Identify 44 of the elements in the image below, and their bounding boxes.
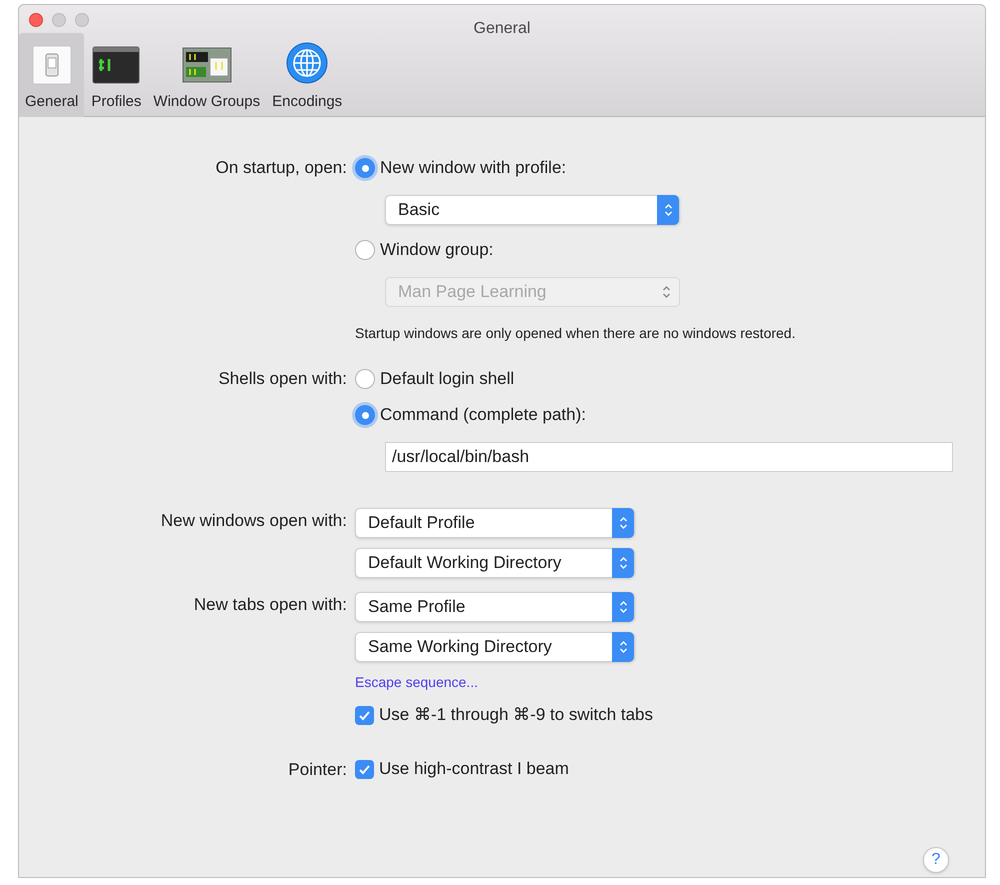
switch-icon (32, 44, 72, 84)
checkmark-icon (358, 762, 371, 776)
chevron-icon (618, 516, 628, 530)
popup-button[interactable]: Default Working Directory (355, 548, 635, 578)
popup-button[interactable]: Same Working Directory (355, 632, 635, 662)
radio-button[interactable] (355, 158, 375, 178)
setting-label: New tabs open with: (192, 594, 347, 616)
toolbar-tab[interactable]: Window Groups (148, 33, 266, 117)
escape-sequence-link[interactable]: Escape sequence... (355, 672, 478, 693)
close-button[interactable] (29, 13, 43, 27)
toolbar-tab[interactable]: Profiles (86, 33, 146, 117)
popup-button[interactable]: Basic (385, 195, 680, 225)
input-field[interactable]: /usr/local/bin/bash (385, 442, 953, 472)
radio-label[interactable]: Window group: (380, 237, 494, 263)
note-text: Startup windows are only opened when there are no windows restored. (355, 324, 796, 343)
toolbar-tab[interactable]: General (19, 33, 84, 117)
radio-label[interactable]: Command (complete path): (380, 402, 586, 428)
setting-label: New windows open with: (160, 510, 347, 532)
popup-button[interactable]: Default Profile (355, 508, 635, 538)
chevron-icon (618, 600, 628, 614)
checkbox-label[interactable]: Use high-contrast I beam (379, 756, 569, 782)
help-button[interactable]: ? (923, 847, 949, 873)
setting-label: Shells open with: (217, 368, 347, 390)
radio-label[interactable]: New window with profile: (380, 155, 566, 181)
terminal-windows-icon (182, 44, 232, 84)
terminal-icon (92, 44, 140, 84)
window-title: General (474, 19, 530, 39)
radio-label[interactable]: Default login shell (380, 366, 514, 392)
chevron-icon (664, 203, 672, 217)
radio-button[interactable] (355, 369, 375, 389)
checkbox[interactable] (355, 706, 374, 724)
radio-button[interactable] (355, 240, 375, 260)
chevron-icon (618, 556, 628, 570)
setting-label: Pointer: (287, 759, 347, 781)
setting-label: On startup, open: (214, 157, 347, 179)
checkbox[interactable] (355, 760, 374, 778)
chevron-icon (618, 640, 628, 654)
popup-button[interactable]: Same Profile (355, 592, 635, 622)
radio-button[interactable] (355, 405, 375, 425)
chevron-icon (662, 285, 671, 299)
checkmark-icon (358, 708, 371, 722)
globe-icon (285, 40, 330, 84)
toolbar-tab[interactable]: Encodings (267, 33, 348, 117)
checkbox-label[interactable]: Use ⌘-1 through ⌘-9 to switch tabs (379, 702, 654, 728)
